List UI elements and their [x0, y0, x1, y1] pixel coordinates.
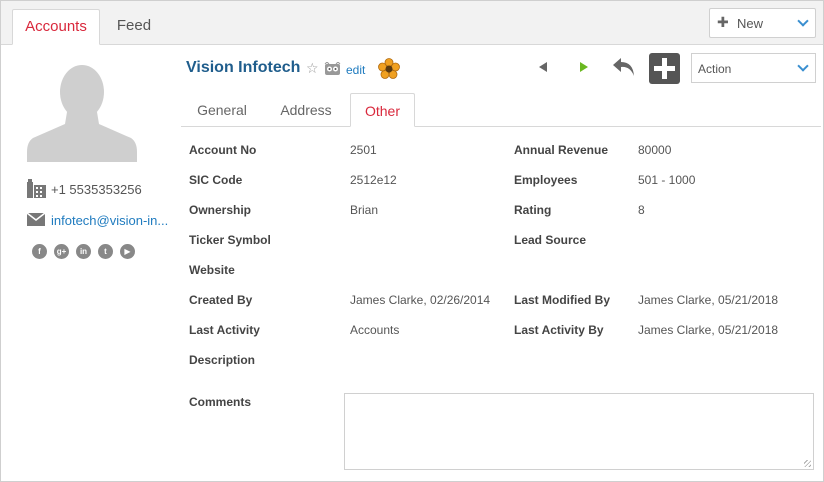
plus-icon: ✚ — [717, 14, 729, 30]
field-value-last-activity-by: James Clarke, 05/21/2018 — [638, 323, 779, 337]
comments-textarea[interactable] — [344, 393, 814, 470]
field-label-ticker-symbol: Ticker Symbol — [189, 233, 271, 247]
field-label-ownership: Ownership — [189, 203, 252, 217]
account-detail-window: Accounts Feed ✚ New +1 5535353256 in fote… — [0, 0, 824, 482]
twitter-icon[interactable]: t — [98, 244, 113, 259]
linkedin-icon[interactable]: in — [76, 244, 91, 259]
email-link[interactable]: infotech@vision-in... — [51, 213, 168, 228]
field-value-last-modified-by: James Clarke, 05/21/2018 — [638, 293, 779, 307]
field-label-created-by: Created By — [189, 293, 253, 307]
field-label-rating: Rating — [514, 203, 552, 217]
field-value-created-by: James Clarke, 02/26/2014 — [350, 293, 491, 307]
phone-number: +1 5535353256 — [51, 182, 142, 197]
field-value-sic-code: 2512e12 — [350, 173, 397, 187]
top-tab-bar: Accounts Feed ✚ New — [1, 1, 823, 45]
field-value-employees: 501 - 1000 — [638, 173, 696, 187]
tab-feed[interactable]: Feed — [105, 9, 163, 45]
field-label-last-modified-by: Last Modified By — [514, 293, 611, 307]
field-value-ownership: Brian — [350, 203, 379, 217]
field-label-last-activity: Last Activity — [189, 323, 260, 337]
comments-label: Comments — [189, 395, 252, 409]
field-value-account-no: 2501 — [350, 143, 377, 157]
field-value-annual-revenue: 80000 — [638, 143, 672, 157]
action-select-value: Action — [698, 62, 732, 76]
tab-address[interactable]: Address — [267, 93, 345, 127]
field-label-employees: Employees — [514, 173, 578, 187]
field-value-last-activity: Accounts — [350, 323, 400, 337]
edit-link[interactable]: edit — [346, 63, 365, 77]
avatar — [27, 62, 137, 162]
reply-icon[interactable] — [611, 56, 637, 78]
tab-general[interactable]: General — [183, 93, 261, 127]
field-label-website: Website — [189, 263, 235, 277]
field-label-account-no: Account No — [189, 143, 257, 157]
new-button[interactable]: ✚ New — [709, 8, 816, 38]
field-label-description: Description — [189, 353, 256, 367]
field-label-annual-revenue: Annual Revenue — [514, 143, 609, 157]
tab-accounts[interactable]: Accounts — [12, 9, 100, 45]
field-value-rating: 8 — [638, 203, 645, 217]
account-name: Vision Infotech — [186, 59, 301, 76]
flower-icon[interactable] — [378, 58, 400, 80]
chevron-down-icon — [797, 15, 809, 27]
phone-icon — [27, 179, 46, 198]
chevron-down-icon — [797, 60, 809, 72]
tab-other[interactable]: Other — [350, 93, 415, 127]
google-plus-icon[interactable]: g+ — [54, 244, 69, 259]
youtube-icon[interactable]: ▶ — [120, 244, 135, 259]
envelope-icon — [27, 213, 45, 226]
action-select[interactable]: Action — [691, 53, 816, 83]
facebook-icon[interactable]: f — [32, 244, 47, 259]
owl-icon[interactable] — [324, 62, 341, 76]
field-label-last-activity-by: Last Activity By — [514, 323, 604, 337]
new-button-label: New — [737, 16, 764, 31]
star-icon[interactable]: ☆ — [306, 60, 319, 77]
next-arrow-icon[interactable] — [578, 61, 590, 73]
add-icon[interactable] — [649, 53, 680, 84]
resize-handle[interactable] — [804, 460, 811, 467]
previous-arrow-icon[interactable] — [537, 61, 549, 73]
field-label-lead-source: Lead Source — [514, 233, 587, 247]
field-label-sic-code: SIC Code — [189, 173, 243, 187]
